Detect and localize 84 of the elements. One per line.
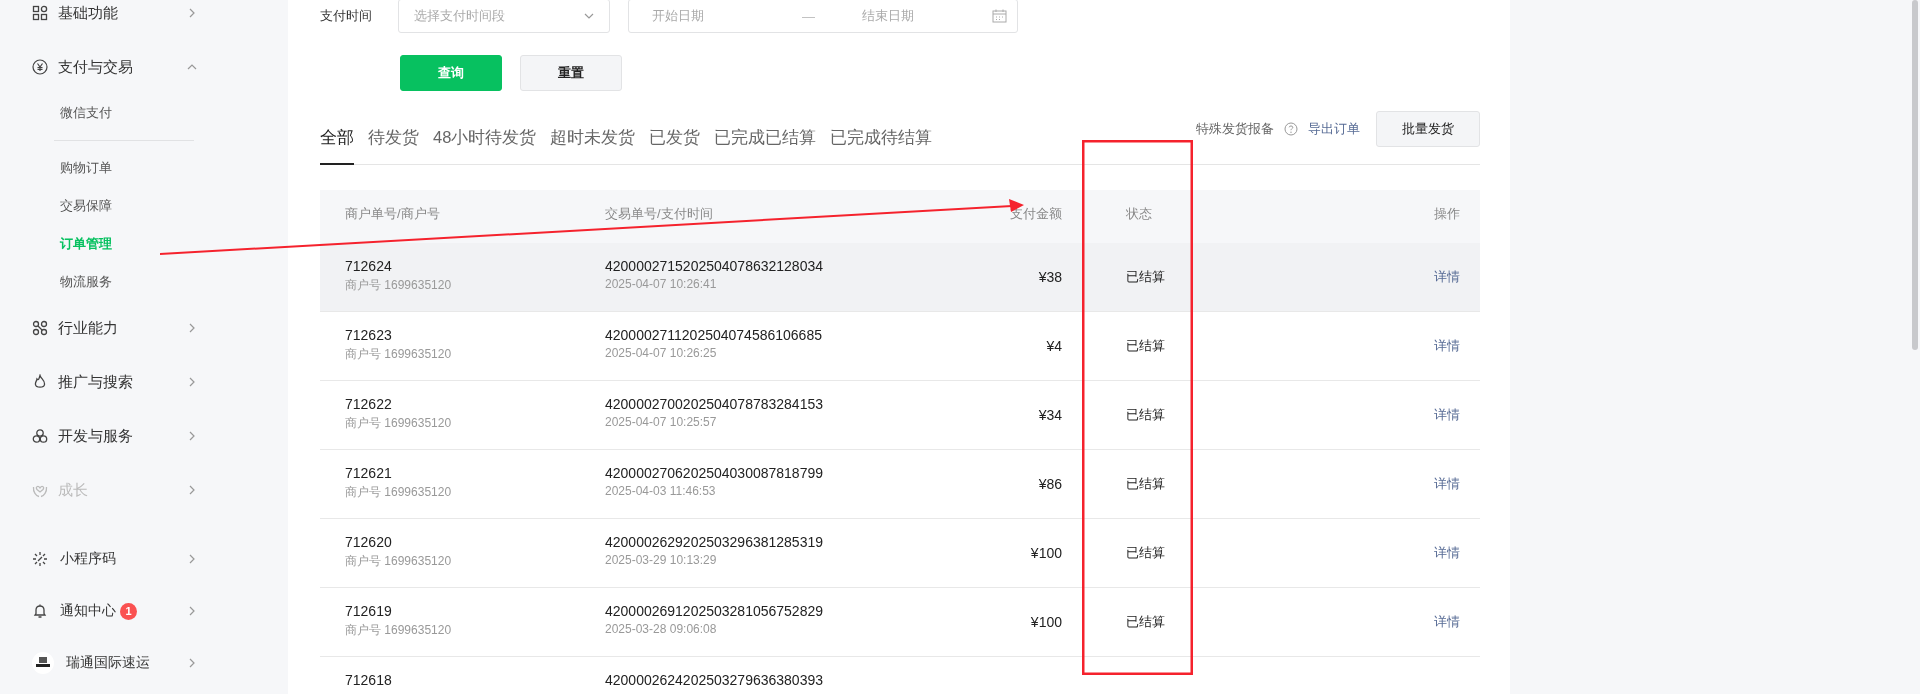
transaction-number: 4200002715202504078632128034 xyxy=(605,258,824,274)
filter-label: 支付时间 xyxy=(320,7,373,25)
sidebar-item[interactable]: 物流服务 xyxy=(60,263,194,301)
tab[interactable]: 已完成已结算 xyxy=(714,127,817,165)
report-link[interactable]: 特殊发货报备 xyxy=(1196,120,1274,138)
sidebar-footer-item[interactable]: 通知中心 1 xyxy=(32,585,198,637)
help-icon[interactable] xyxy=(1284,122,1298,136)
nodes-icon xyxy=(32,320,48,336)
order-number: 712620 xyxy=(345,534,393,550)
order-number: 712624 xyxy=(345,258,393,274)
transaction-number: 4200002706202504030087818799 xyxy=(605,465,824,481)
amount: ¥34 xyxy=(1038,407,1062,423)
transaction-number: 4200002711202504074586106685 xyxy=(605,327,823,343)
bell-icon xyxy=(32,603,48,619)
sidebar-footer-item[interactable]: 小程序码 xyxy=(32,533,198,585)
sidebar-footer-item[interactable]: 瑞通国际速运 xyxy=(32,637,198,689)
column-header: 状态 xyxy=(1126,205,1152,221)
merchant-number: 商户号 1699635120 xyxy=(345,553,453,570)
merchant-number: 商户号 1699635120 xyxy=(345,484,453,501)
amount: ¥100 xyxy=(1030,545,1062,561)
amount: ¥38 xyxy=(1038,269,1062,285)
status: 已结算 xyxy=(1126,407,1165,422)
details-link[interactable]: 详情 xyxy=(1434,476,1460,491)
pay-time: 2025-04-07 10:26:25 xyxy=(605,346,718,360)
merchant-number: 商户号 1699635120 xyxy=(345,622,453,639)
amount: ¥100 xyxy=(1030,614,1062,630)
merchant-number: 商户号 1699635120 xyxy=(345,346,453,363)
status: 已结算 xyxy=(1126,614,1165,629)
export-link[interactable]: 导出订单 xyxy=(1308,120,1360,138)
pay-time: 2025-03-28 09:06:08 xyxy=(605,622,718,636)
order-number: 712619 xyxy=(345,603,393,619)
sidebar-item[interactable]: 交易保障 xyxy=(60,187,194,225)
status: 已结算 xyxy=(1126,476,1165,491)
tab[interactable]: 48小时待发货 xyxy=(433,127,537,165)
order-number: 712621 xyxy=(345,465,393,481)
sidebar-group[interactable]: 推广与搜索 xyxy=(32,355,198,409)
order-number: 712622 xyxy=(345,396,393,412)
amount: ¥4 xyxy=(1046,338,1062,354)
status: 已结算 xyxy=(1126,545,1165,560)
transaction-number: 4200002700202504078783284153 xyxy=(605,396,824,412)
three-circles-icon xyxy=(32,428,48,444)
tab[interactable]: 超时未发货 xyxy=(550,127,636,165)
order-number: 712623 xyxy=(345,327,393,343)
column-header: 操作 xyxy=(1434,205,1460,221)
transaction-number: 4200002691202503281056752829 xyxy=(605,603,824,619)
sparkle-icon xyxy=(32,551,48,567)
sidebar-group[interactable]: 支付与交易 xyxy=(32,40,198,94)
sidebar-group[interactable]: 基础功能 xyxy=(32,0,198,26)
sidebar-group[interactable]: 行业能力 xyxy=(32,301,198,355)
details-link[interactable]: 详情 xyxy=(1434,614,1460,629)
pay-time: 2025-04-03 11:46:53 xyxy=(605,484,717,498)
pay-time: 2025-04-07 10:25:57 xyxy=(605,415,718,429)
transaction-number: 4200002624202503279636380393 xyxy=(605,672,824,688)
status: 已结算 xyxy=(1126,338,1165,353)
column-header: 商户单号/商户号 xyxy=(345,205,440,221)
notification-badge: 1 xyxy=(120,602,137,620)
merchant-number: 商户号 1699635120 xyxy=(345,415,453,432)
details-link[interactable]: 详情 xyxy=(1434,407,1460,422)
scrollbar[interactable] xyxy=(1912,0,1918,350)
pay-time: 2025-04-07 10:26:41 xyxy=(605,277,718,291)
batch-ship-button[interactable]: 批量发货 xyxy=(1376,111,1480,147)
tab[interactable]: 待发货 xyxy=(368,127,419,165)
transaction-number: 4200002629202503296381285319 xyxy=(605,534,824,550)
details-link[interactable]: 详情 xyxy=(1434,269,1460,284)
sidebar-group[interactable]: 开发与服务 xyxy=(32,409,198,463)
calendar-icon xyxy=(992,9,1007,23)
order-number: 712618 xyxy=(345,672,393,688)
tab[interactable]: 全部 xyxy=(320,127,354,165)
grid-icon xyxy=(32,5,48,21)
reset-button[interactable]: 重置 xyxy=(520,55,622,91)
sidebar-item[interactable]: 微信支付 xyxy=(60,94,198,132)
status: 已结算 xyxy=(1126,269,1165,284)
tab[interactable]: 已发货 xyxy=(649,127,701,165)
flame-icon xyxy=(32,374,48,390)
amount: ¥86 xyxy=(1038,476,1062,492)
yuan-coin-icon xyxy=(32,59,48,75)
merchant-number: 商户号 1699635120 xyxy=(345,277,453,294)
avatar-icon xyxy=(32,652,54,674)
details-link[interactable]: 详情 xyxy=(1434,545,1460,560)
column-header: 交易单号/支付时间 xyxy=(605,205,713,221)
pay-time: 2025-03-29 10:13:29 xyxy=(605,553,718,567)
sidebar-item[interactable]: 购物订单 xyxy=(60,149,194,187)
tab[interactable]: 已完成待结算 xyxy=(830,127,933,165)
details-link[interactable]: 详情 xyxy=(1434,338,1460,353)
